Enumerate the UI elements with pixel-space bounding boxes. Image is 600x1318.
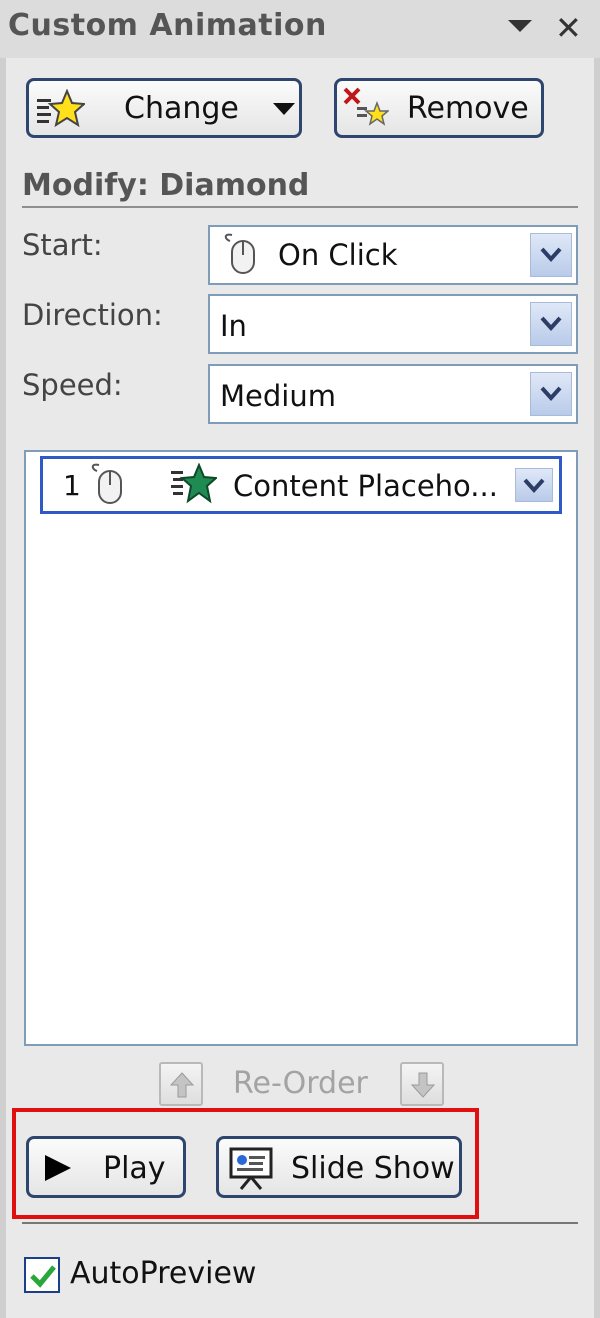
animation-order: 1	[63, 469, 81, 502]
speed-value: Medium	[220, 379, 336, 413]
direction-select[interactable]: In	[208, 294, 578, 354]
list-item[interactable]: 1 Content Placeho...	[40, 456, 562, 514]
divider	[22, 1222, 578, 1224]
mouse-icon	[91, 463, 122, 504]
remove-button-label: Remove	[407, 91, 529, 126]
arrow-up-icon	[170, 1072, 194, 1098]
slide-show-icon	[229, 1147, 273, 1190]
direction-label: Direction:	[22, 298, 163, 332]
start-select[interactable]: On Click	[208, 225, 578, 285]
item-dropdown-button[interactable]	[515, 468, 553, 502]
chevron-down-icon	[540, 316, 562, 331]
direction-dropdown-button[interactable]	[530, 302, 572, 346]
start-dropdown-button[interactable]	[530, 233, 572, 277]
pane-border-left	[0, 58, 6, 1318]
animation-list[interactable]	[24, 450, 578, 1046]
remove-button[interactable]: Remove	[334, 78, 544, 138]
speed-select[interactable]: Medium	[208, 364, 578, 424]
autopreview-checkbox[interactable]	[24, 1257, 60, 1293]
animation-item-label: Content Placeho...	[233, 469, 498, 503]
move-down-button[interactable]	[400, 1062, 444, 1106]
arrow-down-icon	[411, 1072, 435, 1098]
speed-label: Speed:	[22, 368, 123, 402]
divider	[22, 206, 578, 208]
start-value: On Click	[278, 238, 398, 272]
speed-dropdown-button[interactable]	[530, 372, 572, 416]
chevron-down-icon	[523, 478, 545, 493]
move-up-button[interactable]	[159, 1062, 203, 1106]
remove-effect-icon	[343, 87, 389, 126]
chevron-down-icon	[273, 103, 295, 115]
reorder-label: Re-Order	[233, 1066, 368, 1101]
mouse-icon	[224, 233, 255, 274]
star-effect-icon	[171, 463, 217, 504]
play-icon	[45, 1155, 71, 1181]
autopreview-label[interactable]: AutoPreview	[70, 1256, 256, 1291]
pane-border-right	[594, 58, 600, 1318]
close-icon[interactable]: ✕	[555, 8, 582, 48]
checkmark-icon	[30, 1265, 56, 1288]
add-effect-icon	[37, 89, 85, 128]
pane-title: Custom Animation	[8, 8, 327, 43]
chevron-down-icon	[540, 247, 562, 262]
pane-options-icon[interactable]	[508, 20, 532, 32]
modify-header: Modify: Diamond	[22, 168, 310, 203]
change-button-label: Change	[124, 91, 239, 126]
chevron-down-icon	[540, 386, 562, 401]
direction-value: In	[220, 309, 247, 343]
play-button[interactable]: Play	[26, 1136, 186, 1198]
start-label: Start:	[22, 228, 103, 262]
slide-show-button-label: Slide Show	[291, 1151, 455, 1186]
change-button[interactable]: Change	[26, 78, 302, 138]
slide-show-button[interactable]: Slide Show	[216, 1136, 462, 1198]
play-button-label: Play	[103, 1151, 166, 1186]
